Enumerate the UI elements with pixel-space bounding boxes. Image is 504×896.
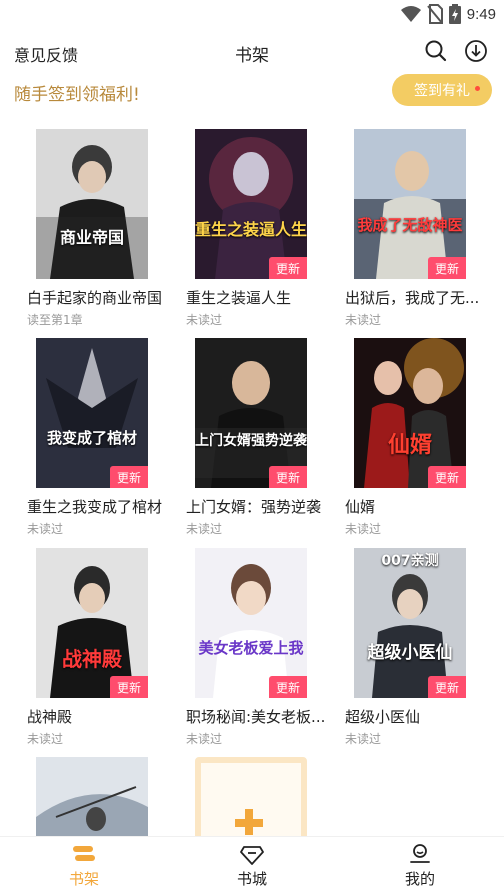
book-progress: 读至第1章 xyxy=(27,313,83,327)
nav-store-label: 书城 xyxy=(236,870,267,888)
user-icon xyxy=(410,844,430,863)
book-progress: 未读过 xyxy=(345,313,382,327)
nav-mine[interactable]: 我的 xyxy=(336,837,504,896)
update-badge: 更新 xyxy=(110,466,148,488)
book-cover[interactable]: 重生之装逼人生 更新 xyxy=(195,129,307,279)
book-progress: 未读过 xyxy=(345,522,382,536)
book-progress: 未读过 xyxy=(186,522,223,536)
book-title: 战神殿 xyxy=(27,708,73,726)
book-progress: 未读过 xyxy=(27,732,64,746)
cover-title: 重生之装逼人生 xyxy=(195,220,307,239)
update-badge: 更新 xyxy=(110,676,148,698)
cover-title: 上门女婿强势逆袭 xyxy=(195,433,307,449)
cover-title: 超级小医仙 xyxy=(367,643,453,663)
book-cover[interactable]: 上门女婿强势逆袭 更新 xyxy=(195,338,307,488)
book-cover[interactable]: 美女老板爱上我 更新 xyxy=(195,548,307,698)
diamond-icon xyxy=(240,846,264,865)
book-title: 白手起家的商业帝国 xyxy=(27,289,163,307)
book-cover[interactable] xyxy=(36,757,148,836)
cover-title: 我变成了棺材 xyxy=(46,429,137,447)
nav-shelf-label: 书架 xyxy=(68,870,99,888)
cover-title: 美女老板爱上我 xyxy=(198,639,304,657)
book-cover[interactable]: 战神殿 更新 xyxy=(36,548,148,698)
update-badge: 更新 xyxy=(269,466,307,488)
update-badge: 更新 xyxy=(428,676,466,698)
bookshelf-grid: 商业帝国 白手起家的商业帝国 读至第1章 重生之装逼人生 更新 重生之装逼人生 … xyxy=(0,0,504,836)
update-badge: 更新 xyxy=(428,257,466,279)
cover-top-text: 007亲测 xyxy=(381,553,439,569)
book-title: 职场秘闻:美女老板... xyxy=(186,708,326,726)
update-badge: 更新 xyxy=(269,257,307,279)
cover-title: 商业帝国 xyxy=(59,228,124,247)
bookshelf-icon xyxy=(73,846,95,861)
book-cover[interactable]: 我变成了棺材 更新 xyxy=(36,338,148,488)
book-progress: 未读过 xyxy=(27,522,64,536)
update-badge: 更新 xyxy=(269,676,307,698)
book-title: 超级小医仙 xyxy=(345,708,421,726)
bottom-nav: 书架 书城 我的 xyxy=(0,836,504,896)
book-progress: 未读过 xyxy=(186,313,223,327)
book-cover[interactable]: 商业帝国 xyxy=(36,129,148,279)
book-title: 重生之我变成了棺材 xyxy=(27,498,163,516)
cover-title: 仙婿 xyxy=(387,433,432,458)
add-book-cover[interactable] xyxy=(195,757,307,836)
update-badge: 更新 xyxy=(428,466,466,488)
cover-title: 我成了无敌神医 xyxy=(357,216,463,234)
add-book-icon xyxy=(235,809,263,835)
book-progress: 未读过 xyxy=(345,732,382,746)
book-title: 仙婿 xyxy=(345,498,376,516)
book-cover[interactable]: 仙婿 更新 xyxy=(354,338,466,488)
book-title: 重生之装逼人生 xyxy=(186,289,292,307)
nav-mine-label: 我的 xyxy=(404,870,435,888)
book-title: 出狱后，我成了无... xyxy=(345,289,480,307)
book-progress: 未读过 xyxy=(186,732,223,746)
nav-store[interactable]: 书城 xyxy=(168,837,336,896)
book-cover[interactable]: 007亲测 超级小医仙 更新 xyxy=(354,548,466,698)
book-cover[interactable]: 我成了无敌神医 更新 xyxy=(354,129,466,279)
nav-shelf[interactable]: 书架 xyxy=(0,837,168,896)
book-title: 上门女婿：强势逆袭 xyxy=(186,498,322,516)
cover-title: 战神殿 xyxy=(62,647,122,671)
